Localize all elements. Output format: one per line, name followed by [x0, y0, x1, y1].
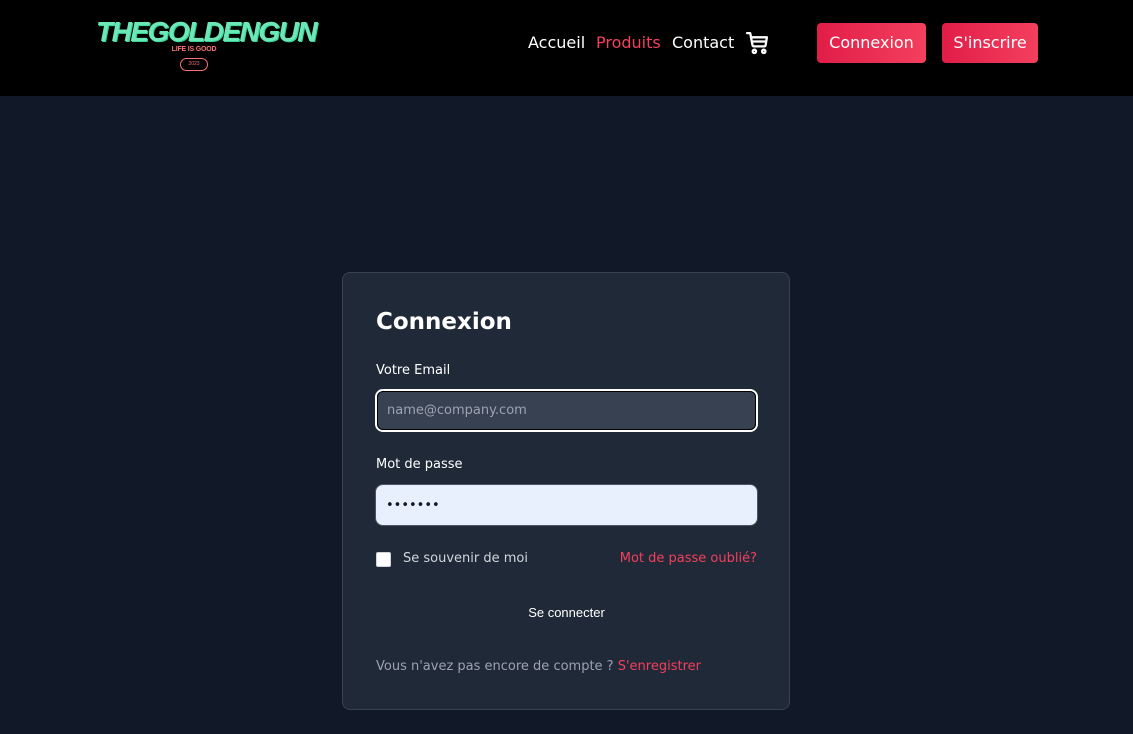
email-label: Votre Email — [376, 363, 451, 378]
no-account-prompt: Vous n'avez pas encore de compte ? S'enr… — [376, 658, 701, 676]
no-account-text: Vous n'avez pas encore de compte ? — [376, 659, 614, 674]
nav-link-home[interactable]: Accueil — [528, 31, 585, 55]
forgot-password-link[interactable]: Mot de passe oublié? — [620, 550, 757, 568]
signup-button[interactable]: S'inscrire — [942, 23, 1038, 63]
login-card: Connexion Votre Email Mot de passe Se so… — [342, 272, 790, 710]
password-label: Mot de passe — [376, 457, 463, 472]
sign-in-button[interactable]: Se connecter — [375, 595, 758, 631]
remember-me-label: Se souvenir de moi — [403, 551, 528, 566]
remember-me-checkbox[interactable] — [376, 552, 391, 567]
login-title: Connexion — [376, 309, 512, 335]
logo-year: 2023 — [180, 58, 208, 71]
email-field[interactable] — [375, 389, 758, 432]
top-navbar: THEGOLDENGUN LIFE IS GOOD 2023 Accueil P… — [0, 0, 1133, 96]
password-field[interactable] — [375, 484, 758, 526]
nav-link-products[interactable]: Produits — [596, 31, 661, 55]
register-link[interactable]: S'enregistrer — [618, 659, 701, 674]
logo-title: THEGOLDENGUN — [96, 16, 318, 47]
login-button[interactable]: Connexion — [817, 23, 926, 63]
shopping-cart-icon[interactable] — [745, 30, 770, 55]
logo-tagline: LIFE IS GOOD — [171, 46, 217, 53]
brand-logo[interactable]: THEGOLDENGUN LIFE IS GOOD 2023 — [96, 16, 318, 74]
nav-link-contact[interactable]: Contact — [672, 31, 734, 55]
